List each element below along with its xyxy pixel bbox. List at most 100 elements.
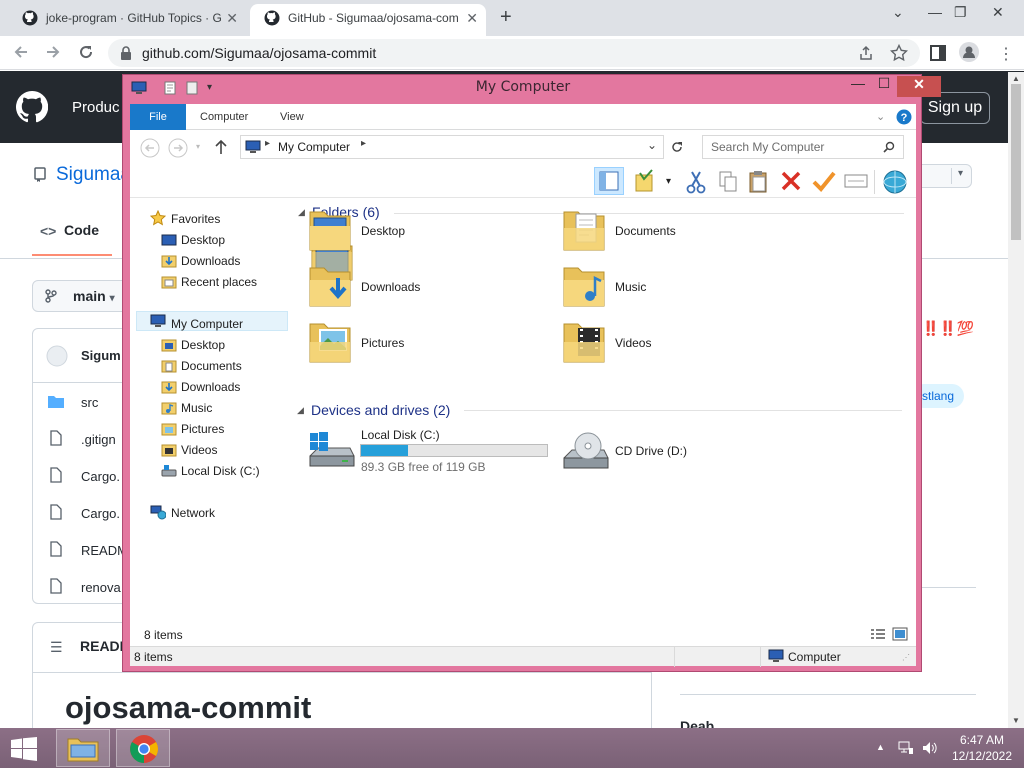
- forward-icon[interactable]: [44, 43, 62, 61]
- cut-icon[interactable]: [686, 170, 706, 194]
- minimize-button[interactable]: —: [845, 75, 871, 96]
- recent-locations-icon[interactable]: ▾: [196, 142, 200, 151]
- network-globe-icon[interactable]: [882, 169, 908, 195]
- products-menu[interactable]: Produc: [72, 99, 120, 116]
- rename-field-icon[interactable]: [844, 172, 868, 190]
- folder-tile-music[interactable]: Music: [562, 258, 802, 312]
- forward-icon[interactable]: [168, 138, 188, 158]
- file-link-src[interactable]: src: [81, 395, 98, 410]
- folder-tile-downloads[interactable]: Downloads: [308, 258, 548, 312]
- collapse-group-icon[interactable]: ◢: [297, 405, 304, 416]
- tab-file[interactable]: File: [130, 104, 186, 130]
- new-tab-button[interactable]: +: [500, 6, 512, 29]
- restore-button[interactable]: ❐: [954, 4, 967, 21]
- file-link-cargo-lock[interactable]: Cargo.: [81, 469, 120, 484]
- system-clock[interactable]: 6:47 AM 12/12/2022: [944, 732, 1020, 764]
- close-button[interactable]: ✕: [897, 76, 941, 97]
- tab-close-icon[interactable]: ✕: [226, 4, 238, 32]
- tray-overflow-icon[interactable]: ▲: [876, 742, 885, 752]
- folder-tile-pictures[interactable]: Pictures: [308, 314, 548, 368]
- path-chevron-icon[interactable]: ▸: [361, 138, 366, 149]
- maximize-button[interactable]: ☐: [871, 75, 897, 96]
- network-tray-icon[interactable]: [898, 740, 914, 756]
- nav-local-disk[interactable]: Local Disk (C:): [181, 464, 260, 478]
- github-logo-icon[interactable]: [16, 91, 48, 123]
- list-icon[interactable]: ☰: [50, 639, 63, 656]
- profile-avatar-icon[interactable]: [959, 42, 979, 62]
- tab-code[interactable]: Code: [64, 222, 99, 238]
- details-view-icon[interactable]: [870, 627, 886, 641]
- nav-favorites[interactable]: Favorites: [171, 212, 220, 226]
- branch-selector[interactable]: main ▾: [32, 280, 128, 312]
- search-icon[interactable]: [883, 141, 895, 153]
- path-segment[interactable]: My Computer: [278, 140, 350, 154]
- scroll-down-icon[interactable]: ▼: [1012, 716, 1020, 725]
- tab-ojosama-commit[interactable]: GitHub - Sigumaa/ojosama-com ✕: [250, 4, 486, 36]
- tab-view[interactable]: View: [280, 111, 304, 123]
- address-path[interactable]: ▸ My Computer ▸ ⌄: [240, 135, 664, 159]
- back-icon[interactable]: [12, 43, 30, 61]
- resize-grip-icon[interactable]: ⋰: [902, 653, 910, 662]
- commit-author[interactable]: Sigum: [81, 348, 121, 363]
- lock-icon[interactable]: [120, 46, 132, 60]
- tab-search-icon[interactable]: ⌄: [892, 4, 904, 21]
- properties-icon[interactable]: [634, 169, 656, 193]
- taskbar-chrome[interactable]: [116, 729, 170, 767]
- drives-group-header[interactable]: Devices and drives (2): [311, 402, 450, 418]
- help-icon[interactable]: ?: [896, 109, 912, 125]
- file-link-renovate[interactable]: renova: [81, 580, 121, 595]
- menu-kebab-icon[interactable]: ⋮: [998, 44, 1014, 64]
- search-input[interactable]: Search My Computer: [702, 135, 904, 159]
- nav-network[interactable]: Network: [171, 506, 215, 520]
- tab-close-icon[interactable]: ✕: [466, 4, 478, 32]
- volume-icon[interactable]: [922, 740, 938, 756]
- path-history-dropdown-icon[interactable]: ⌄: [647, 138, 657, 152]
- file-link-cargo-toml[interactable]: Cargo.: [81, 506, 120, 521]
- nav-music[interactable]: Music: [181, 401, 212, 415]
- large-icons-view-icon[interactable]: [892, 627, 908, 641]
- tab-computer[interactable]: Computer: [200, 111, 248, 123]
- ribbon-collapse-icon[interactable]: ⌄: [876, 110, 885, 123]
- up-arrow-icon[interactable]: [214, 139, 228, 155]
- omnibox[interactable]: github.com/Sigumaa/ojosama-commit: [108, 39, 920, 67]
- pictures-icon: [161, 422, 177, 436]
- nav-downloads[interactable]: Downloads: [181, 380, 240, 394]
- start-windows-icon[interactable]: [10, 737, 38, 761]
- scroll-up-icon[interactable]: ▲: [1012, 74, 1020, 83]
- collapse-group-icon[interactable]: ◢: [298, 207, 305, 218]
- nav-my-computer[interactable]: My Computer: [171, 317, 243, 331]
- share-icon[interactable]: [858, 45, 874, 61]
- copy-icon[interactable]: [718, 170, 738, 194]
- minimize-button[interactable]: —: [928, 4, 942, 20]
- refresh-icon[interactable]: [670, 140, 684, 154]
- nav-desktop[interactable]: Desktop: [181, 338, 225, 352]
- properties-dropdown-icon[interactable]: ▾: [666, 176, 671, 187]
- scrollbar-thumb[interactable]: [1011, 84, 1021, 240]
- rename-check-icon[interactable]: [812, 170, 836, 192]
- back-icon[interactable]: [140, 138, 160, 158]
- nav-videos[interactable]: Videos: [181, 443, 217, 457]
- nav-favorites-downloads[interactable]: Downloads: [181, 254, 240, 268]
- close-button[interactable]: ✕: [992, 4, 1004, 21]
- nav-favorites-desktop[interactable]: Desktop: [181, 233, 225, 247]
- nav-recent-places[interactable]: Recent places: [181, 275, 257, 289]
- drive-tile-cd-drive[interactable]: CD Drive (D:): [560, 426, 760, 476]
- reload-icon[interactable]: [77, 43, 95, 61]
- taskbar-file-explorer[interactable]: [56, 729, 110, 767]
- downloads-folder-icon: [308, 260, 352, 308]
- bookmark-star-icon[interactable]: [890, 44, 908, 62]
- tab-joke-program[interactable]: joke-program · GitHub Topics · G ✕: [8, 4, 246, 36]
- side-panel-icon[interactable]: [930, 45, 946, 61]
- nav-documents[interactable]: Documents: [181, 359, 242, 373]
- file-link-gitignore[interactable]: .gitign: [81, 432, 116, 447]
- folder-tile-videos[interactable]: Videos: [562, 314, 802, 368]
- file-link-readme[interactable]: READM: [81, 543, 128, 558]
- folder-tile-documents[interactable]: Documents: [562, 202, 802, 256]
- folder-tile-desktop[interactable]: Desktop: [308, 202, 548, 256]
- nav-pictures[interactable]: Pictures: [181, 422, 224, 436]
- drive-tile-local-disk[interactable]: Local Disk (C:) 89.3 GB free of 119 GB: [306, 426, 552, 476]
- repo-owner-link[interactable]: Sigumaa: [56, 164, 131, 186]
- paste-icon[interactable]: [748, 170, 770, 194]
- preview-pane-button[interactable]: [594, 167, 624, 195]
- delete-icon[interactable]: [780, 170, 802, 192]
